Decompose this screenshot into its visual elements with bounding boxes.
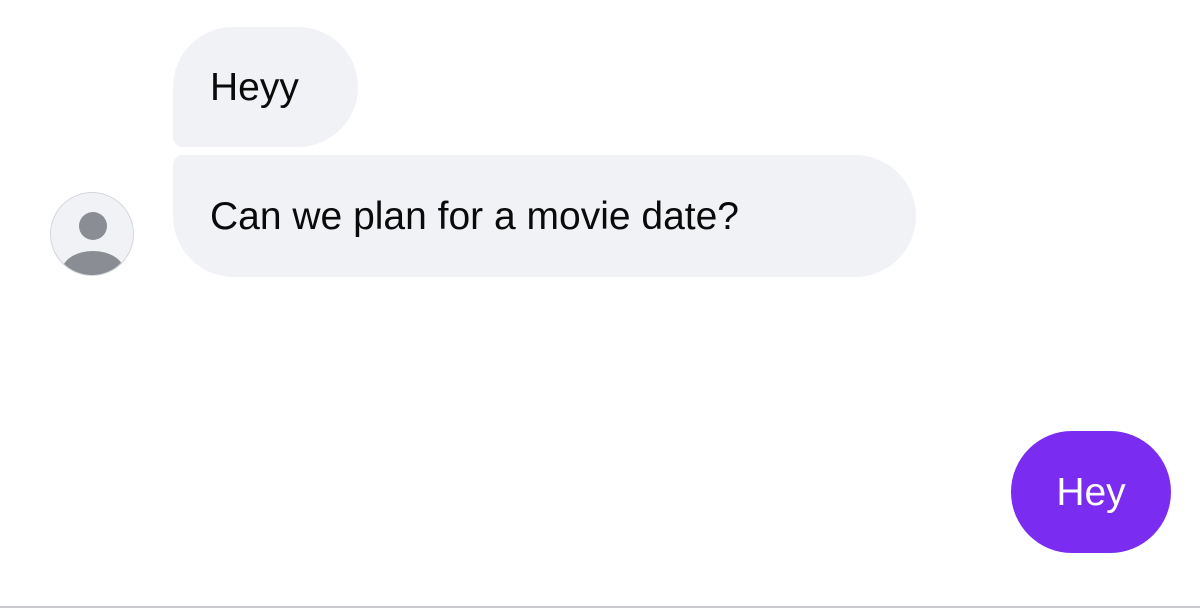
message-text: Hey [1056, 470, 1126, 514]
contact-avatar[interactable] [50, 192, 134, 276]
message-text: Heyy [210, 65, 299, 109]
message-text: Can we plan for a movie date? [210, 194, 739, 238]
chat-thread: Heyy Can we plan for a movie date? Hey [0, 0, 1200, 608]
default-user-icon [62, 212, 124, 275]
incoming-message-bubble[interactable]: Can we plan for a movie date? [173, 155, 916, 277]
incoming-message-bubble[interactable]: Heyy [173, 27, 358, 147]
outgoing-message-bubble[interactable]: Hey [1011, 431, 1171, 553]
